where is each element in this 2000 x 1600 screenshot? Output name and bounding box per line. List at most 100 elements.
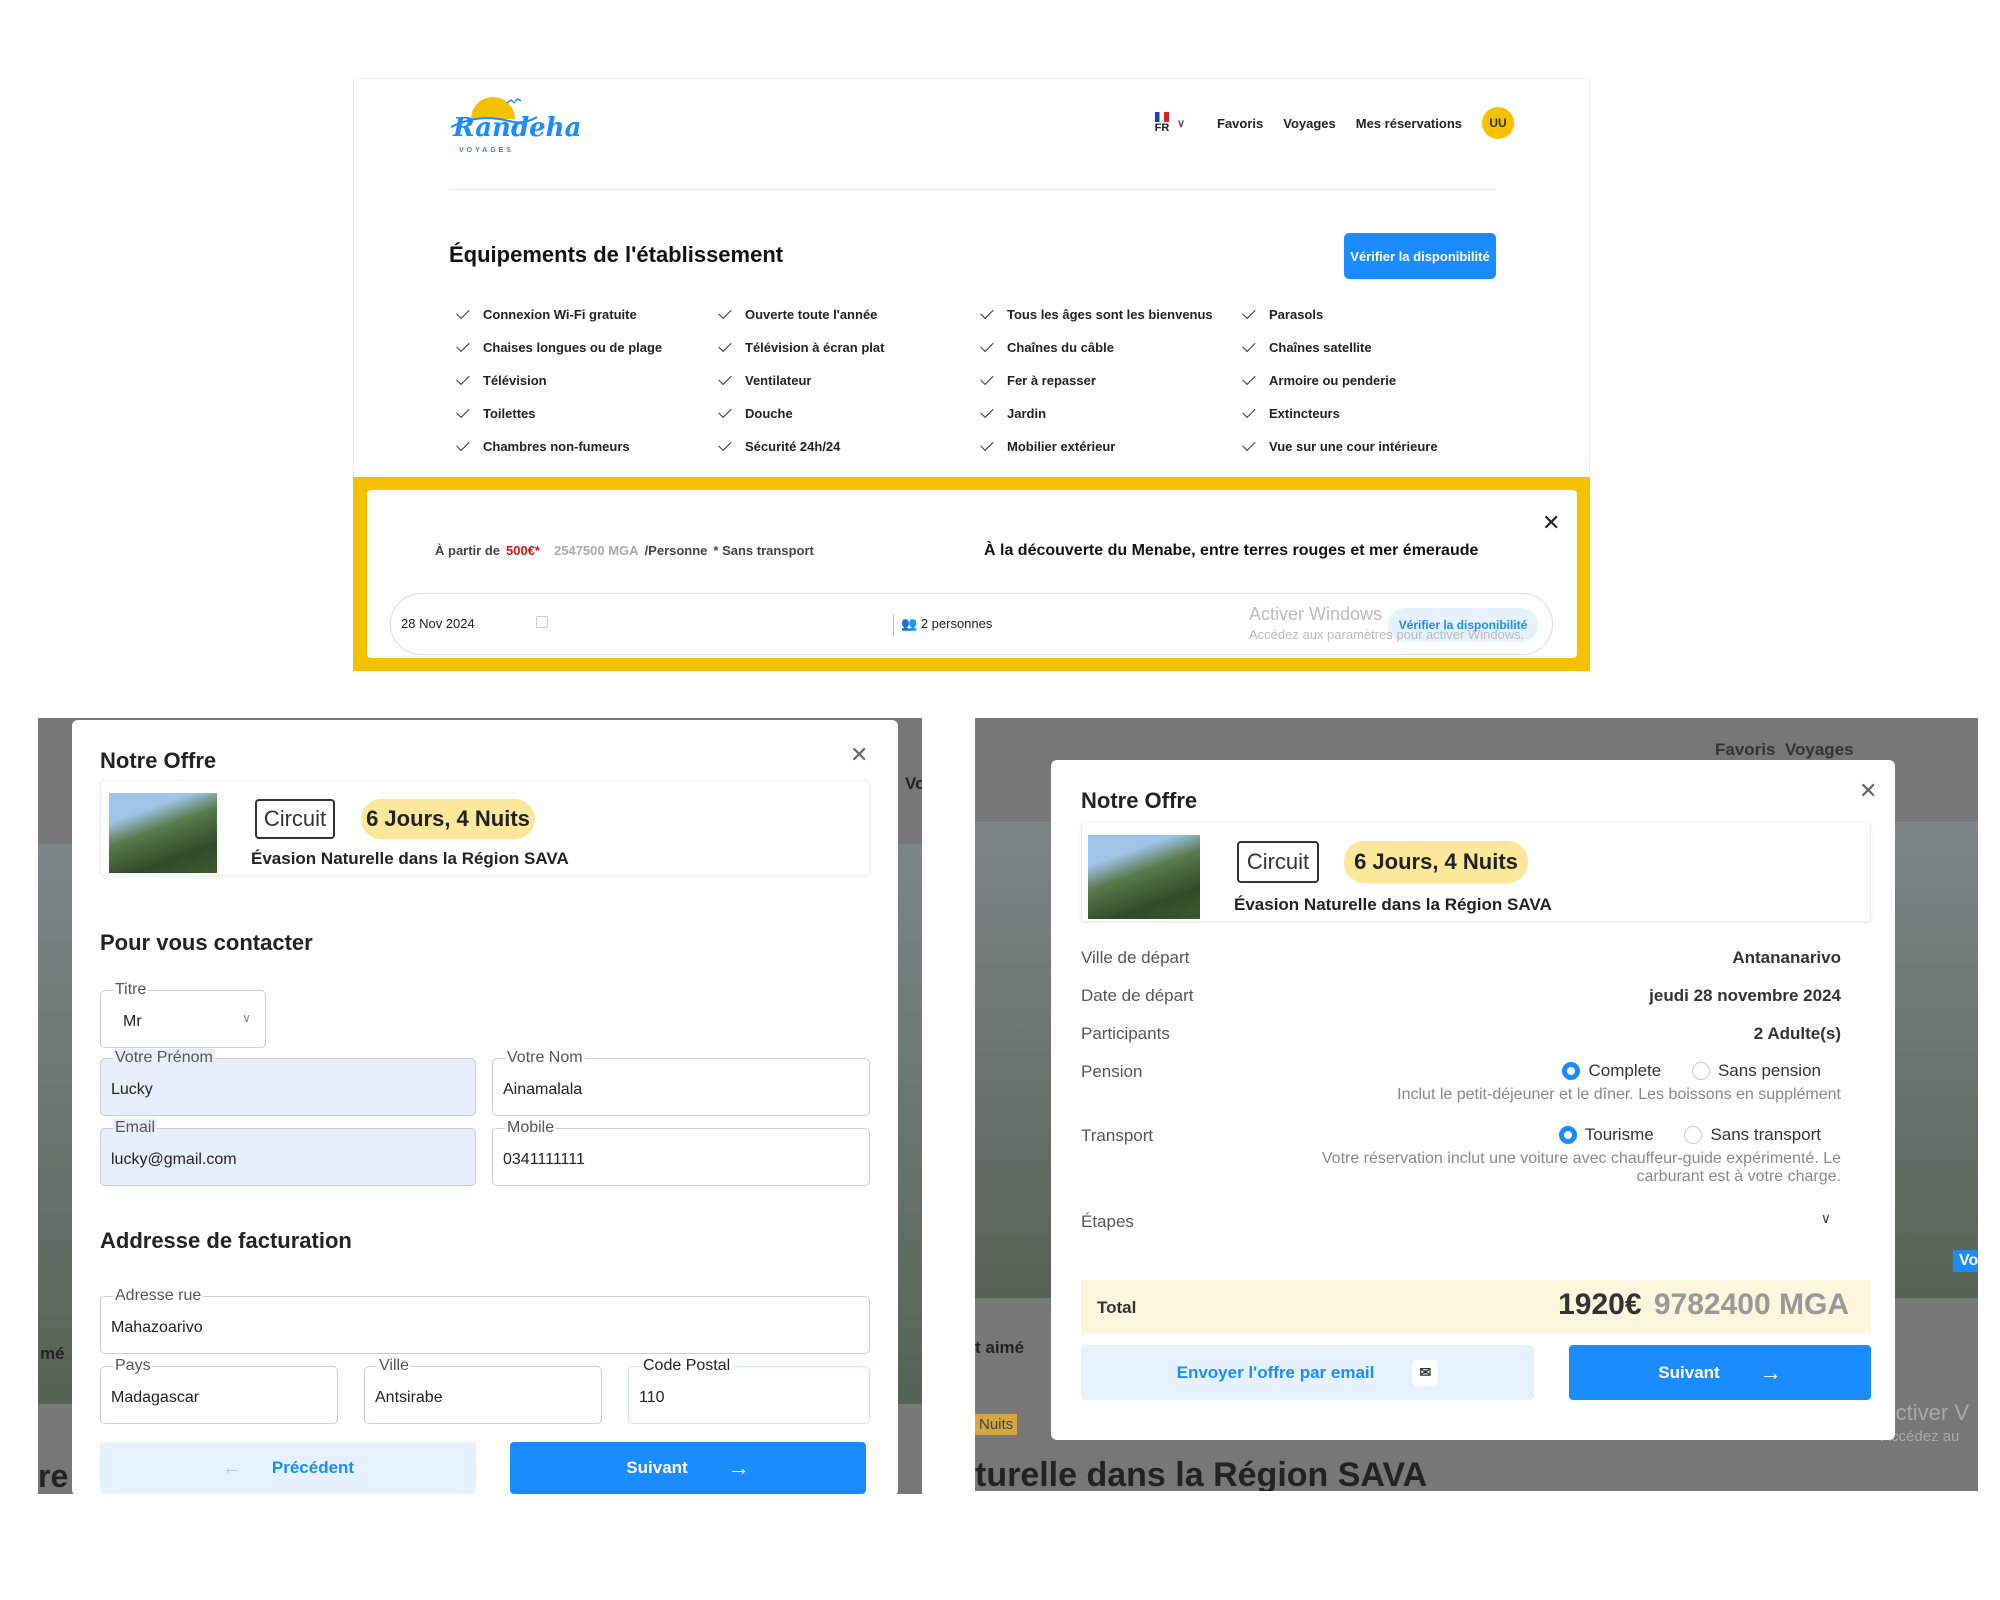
amenity-item: Ouverte toute l'année	[718, 305, 983, 323]
amenity-label: Chaînes du câble	[1007, 340, 1114, 355]
radio-selected-icon	[1562, 1061, 1581, 1080]
mobile-field[interactable]: Mobile 0341111111	[492, 1119, 870, 1186]
tour-title: À la découverte du Menabe, entre terres …	[984, 542, 1479, 559]
close-icon[interactable]: ✕	[1542, 510, 1560, 536]
check-icon	[718, 404, 732, 419]
street-field[interactable]: Adresse rue Mahazoarivo	[100, 1287, 870, 1354]
check-icon	[1242, 305, 1256, 320]
chevron-down-icon[interactable]: ∨	[1177, 117, 1185, 130]
transport-none-radio[interactable]: Sans transport	[1684, 1124, 1821, 1144]
offer-card: Circuit 6 Jours, 4 Nuits Évasion Naturel…	[1081, 822, 1871, 922]
amenity-label: Parasols	[1269, 307, 1324, 322]
pension-row: Pension Complete Sans pension Inclut le …	[1081, 1060, 1841, 1112]
chevron-down-icon[interactable]: ∨	[1821, 1210, 1831, 1227]
country-field[interactable]: Pays Madagascar	[100, 1357, 338, 1424]
background-image	[1895, 822, 1978, 1298]
amenity-item: Chambres non-fumeurs	[456, 437, 721, 455]
previous-button[interactable]: ← Précédent	[100, 1442, 476, 1494]
next-label: Suivant	[626, 1458, 688, 1477]
departure-city-row: Ville de départ Antananarivo	[1081, 948, 1841, 968]
city-field[interactable]: Ville Antsirabe	[364, 1357, 602, 1424]
billing-section-title: Addresse de facturation	[100, 1228, 352, 1253]
background-image	[975, 822, 1051, 1298]
title-select[interactable]: Titre Mr ∨	[100, 981, 266, 1048]
amenity-item: Ventilateur	[718, 371, 983, 389]
field-label: Pays	[113, 1357, 153, 1375]
arrow-right-icon: →	[727, 1455, 750, 1480]
transport-options: Tourisme Sans transport	[1558, 1124, 1821, 1145]
email-field[interactable]: Email lucky@gmail.com	[100, 1119, 476, 1186]
transport-tourisme-radio[interactable]: Tourisme	[1558, 1124, 1654, 1144]
amenity-label: Télévision	[483, 373, 547, 388]
amenity-label: Armoire ou penderie	[1269, 373, 1397, 388]
amenity-label: Chaînes satellite	[1269, 340, 1372, 355]
nav-voyages[interactable]: Voyages	[1283, 116, 1336, 131]
transport-note: Votre réservation inclut une voiture ave…	[1321, 1150, 1841, 1185]
field-value: Mahazoarivo	[111, 1319, 203, 1336]
amenity-label: Mobilier extérieur	[1007, 439, 1116, 454]
field-label: Email	[113, 1119, 158, 1137]
check-icon	[980, 404, 994, 419]
background-image	[898, 844, 922, 1404]
background-badge: Nuits	[975, 1414, 1018, 1435]
per-person: /Personne	[644, 543, 708, 558]
amenity-item: Chaînes du câble	[980, 338, 1245, 356]
pension-none-radio[interactable]: Sans pension	[1691, 1060, 1821, 1080]
field-value: Antsirabe	[375, 1389, 443, 1406]
postal-code-field[interactable]: Code Postal 110	[628, 1357, 870, 1424]
stages-row[interactable]: Étapes ∨	[1081, 1210, 1841, 1232]
radio-label: Sans pension	[1717, 1060, 1821, 1080]
row-value: Antananarivo	[1732, 948, 1841, 967]
pension-complete-radio[interactable]: Complete	[1562, 1060, 1662, 1080]
price-mga: 2547500 MGA	[554, 543, 639, 558]
nav-favoris[interactable]: Favoris	[1217, 116, 1263, 131]
avatar[interactable]: UU	[1482, 107, 1514, 139]
radio-icon	[1691, 1061, 1710, 1080]
modal-title: Notre Offre	[1081, 788, 1198, 813]
logo-subtext: VOYAGES	[459, 147, 514, 154]
total-bar: Total 1920€ 9782400 MGA	[1081, 1280, 1871, 1334]
field-value: lucky@gmail.com	[111, 1151, 237, 1168]
calendar-icon[interactable]	[536, 616, 548, 628]
check-icon	[456, 437, 470, 452]
row-value: jeudi 28 novembre 2024	[1649, 986, 1841, 1005]
offer-modal: Notre Offre ✕ Circuit 6 Jours, 4 Nuits É…	[1051, 760, 1895, 1440]
radio-label: Complete	[1588, 1060, 1662, 1080]
offer-title: Évasion Naturelle dans la Région SAVA	[251, 849, 569, 868]
nav-reservations[interactable]: Mes réservations	[1356, 116, 1462, 131]
field-value: 0341111111	[503, 1151, 585, 1168]
check-icon	[718, 305, 732, 320]
field-label: Mobile	[505, 1119, 557, 1137]
close-icon[interactable]: ✕	[1859, 778, 1877, 804]
background-nav: Favoris Voyages	[1715, 740, 1854, 760]
firstname-field[interactable]: Votre Prénom Lucky	[100, 1049, 476, 1116]
brand-logo[interactable]: Randeha VOYAGES	[449, 91, 581, 163]
amenity-item: Douche	[718, 404, 983, 422]
language-selector[interactable]: FR	[1151, 112, 1173, 134]
radio-label: Sans transport	[1710, 1124, 1821, 1144]
radio-icon	[1684, 1125, 1703, 1144]
check-icon	[980, 305, 994, 320]
close-icon[interactable]: ✕	[850, 742, 868, 768]
background-text: mé	[40, 1344, 65, 1363]
envelope-icon: ✉	[1412, 1359, 1439, 1386]
persons-field[interactable]: 👥 2 personnes	[901, 616, 992, 632]
amenity-label: Fer à repasser	[1007, 373, 1096, 388]
next-button[interactable]: Suivant →	[510, 1442, 866, 1494]
field-value: Ainamalala	[503, 1081, 583, 1098]
date-field[interactable]: 28 Nov 2024	[401, 616, 475, 631]
pension-note: Inclut le petit-déjeuner et le dîner. Le…	[1397, 1086, 1841, 1103]
check-icon	[1242, 371, 1256, 386]
next-button[interactable]: Suivant →	[1569, 1345, 1871, 1400]
participants-row: Participants 2 Adulte(s)	[1081, 1024, 1841, 1044]
lastname-field[interactable]: Votre Nom Ainamalala	[492, 1049, 870, 1116]
check-availability-button[interactable]: Vérifier la disponibilité	[1344, 233, 1496, 279]
send-email-button[interactable]: Envoyer l'offre par email ✉	[1081, 1345, 1534, 1400]
amenity-label: Jardin	[1007, 406, 1047, 421]
persons-value: 2 personnes	[920, 616, 993, 631]
field-label: Titre	[113, 981, 149, 999]
amenity-label: Douche	[745, 406, 793, 421]
check-icon	[456, 305, 470, 320]
header-divider	[449, 189, 1496, 190]
background-text: re	[38, 1458, 69, 1494]
